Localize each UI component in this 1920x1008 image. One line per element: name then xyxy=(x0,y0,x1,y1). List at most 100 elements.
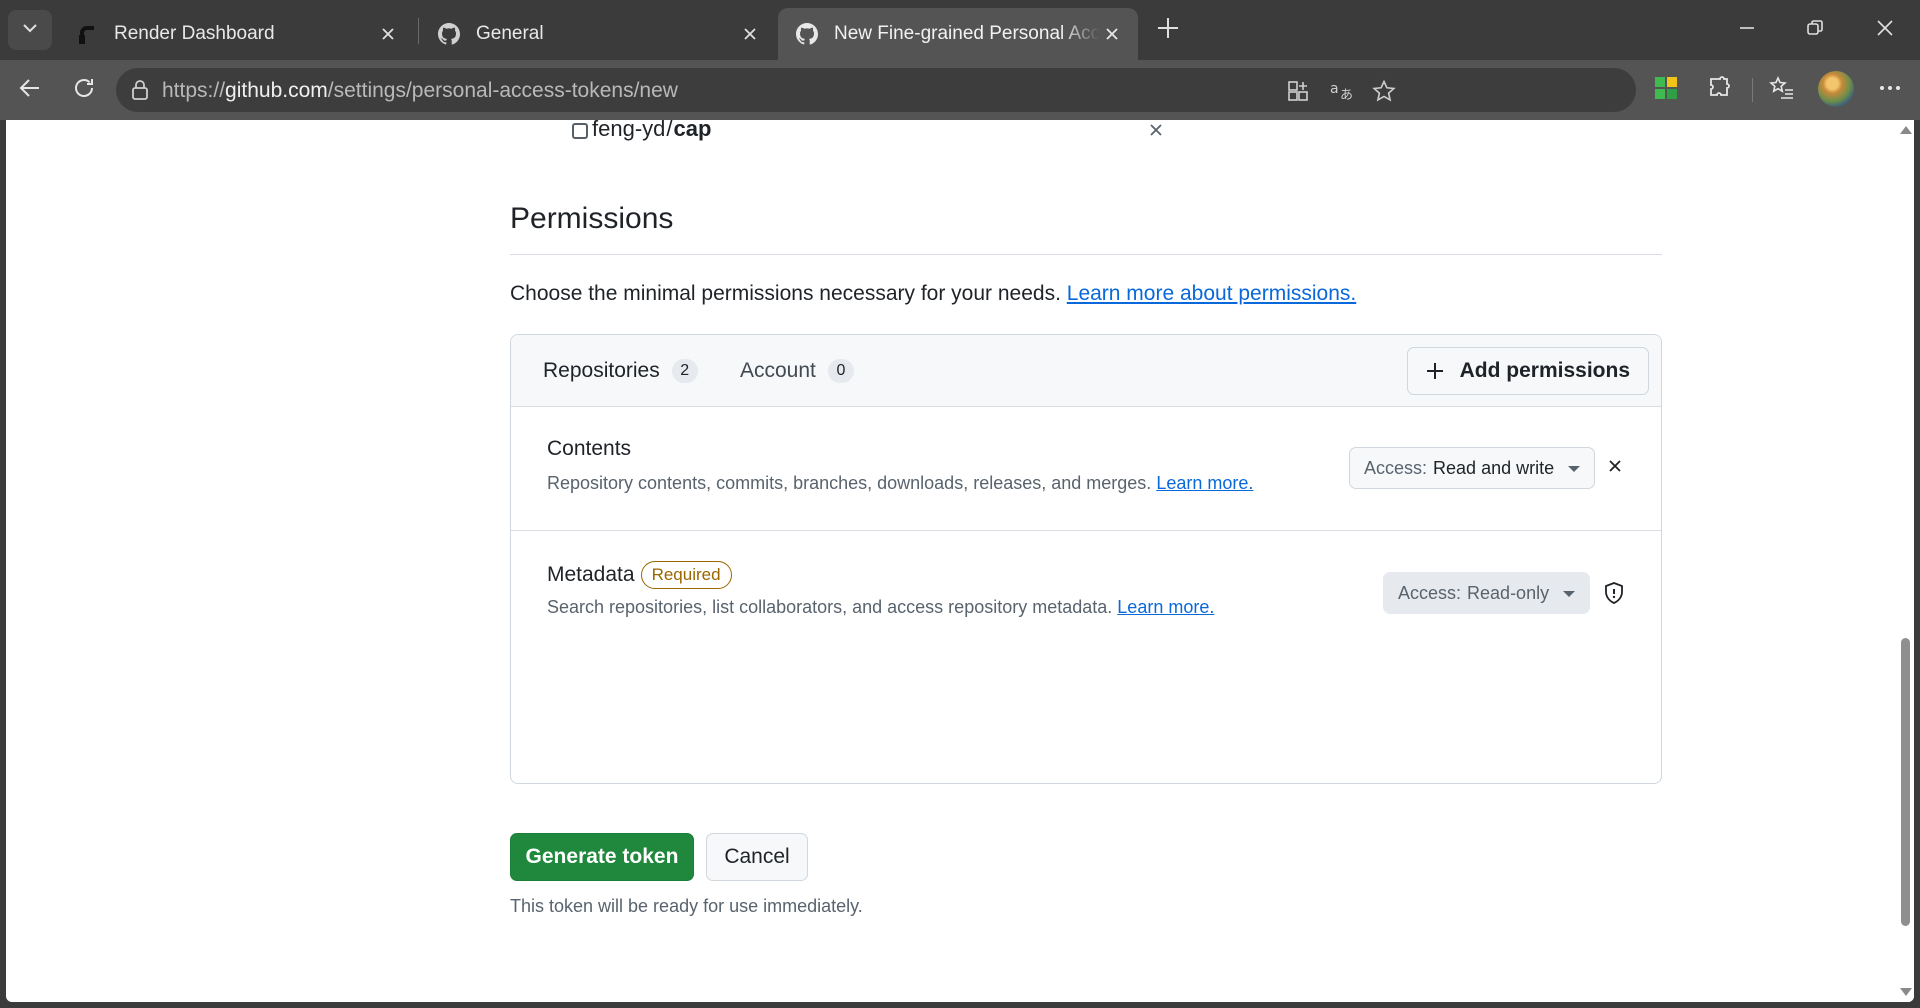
extension-grid-button[interactable] xyxy=(1648,72,1684,108)
tab-repositories[interactable]: Repositories 2 xyxy=(543,359,698,383)
toolbar-separator xyxy=(1752,78,1753,102)
required-badge: Required xyxy=(640,561,732,589)
caret-down-icon xyxy=(1563,591,1576,597)
tab-label: Account xyxy=(740,359,816,382)
permission-row-metadata: Metadata Required Search repositories, l… xyxy=(511,531,1661,655)
permission-name: Metadata Required xyxy=(547,561,732,589)
scroll-up-arrow[interactable] xyxy=(1900,126,1912,134)
permissions-description-text: Choose the minimal permissions necessary… xyxy=(510,282,1061,305)
extensions-button[interactable] xyxy=(1702,72,1738,108)
tab-general[interactable]: General xyxy=(420,8,776,60)
repo-icon xyxy=(572,123,588,139)
permissions-panel-header: Repositories 2 Account 0 Add permissions xyxy=(511,335,1661,407)
shield-icon xyxy=(1601,580,1627,606)
permission-description: Repository contents, commits, branches, … xyxy=(547,473,1253,494)
address-bar[interactable]: https://github.com/settings/personal-acc… xyxy=(116,68,1636,112)
cancel-button[interactable]: Cancel xyxy=(706,833,808,881)
caret-down-icon xyxy=(1568,466,1581,472)
plus-icon xyxy=(1156,16,1180,45)
favorite-star-icon[interactable] xyxy=(1370,77,1398,105)
counter-badge: 0 xyxy=(827,359,854,383)
more-horizontal-icon xyxy=(1878,76,1902,105)
back-button[interactable] xyxy=(12,72,48,108)
arrow-left-icon xyxy=(17,75,43,106)
restore-icon xyxy=(1806,19,1824,42)
close-icon[interactable] xyxy=(1100,22,1124,46)
permission-description-text: Search repositories, list collaborators,… xyxy=(547,597,1113,617)
tab-render-dashboard[interactable]: Render Dashboard xyxy=(58,8,414,60)
favorites-button[interactable] xyxy=(1764,72,1800,108)
chevron-down-icon xyxy=(20,18,40,43)
lock-icon[interactable] xyxy=(128,78,152,102)
puzzle-icon xyxy=(1707,75,1733,106)
render-logo-icon xyxy=(76,23,98,45)
close-icon xyxy=(1607,458,1623,479)
url-text: https://github.com/settings/personal-acc… xyxy=(162,79,678,103)
reload-icon xyxy=(72,76,96,105)
close-icon xyxy=(1148,122,1164,143)
add-permissions-button[interactable]: Add permissions xyxy=(1406,347,1649,395)
close-icon xyxy=(1876,19,1894,42)
generate-token-button[interactable]: Generate token xyxy=(510,833,694,881)
section-divider xyxy=(510,254,1662,255)
tab-label: Repositories xyxy=(543,359,660,382)
close-window-button[interactable] xyxy=(1860,10,1910,50)
permission-name: Contents xyxy=(547,437,631,461)
scroll-down-arrow[interactable] xyxy=(1900,988,1912,996)
tab-account[interactable]: Account 0 xyxy=(740,359,854,383)
tab-title: General xyxy=(476,23,544,44)
permission-description-text: Repository contents, commits, branches, … xyxy=(547,473,1152,493)
token-ready-note: This token will be ready for use immedia… xyxy=(510,896,863,916)
permission-name-text: Metadata xyxy=(547,563,635,586)
svg-text:a: a xyxy=(1330,81,1339,97)
learn-more-link[interactable]: Learn more. xyxy=(1156,473,1253,493)
url-prefix: https:// xyxy=(162,79,226,102)
access-prefix: Access: xyxy=(1364,457,1428,478)
page-scrollbar[interactable] xyxy=(1896,120,1914,1002)
url-host: github.com xyxy=(225,79,328,102)
translate-icon[interactable]: aあ xyxy=(1328,77,1356,105)
access-level-select[interactable]: Access: Read and write xyxy=(1349,447,1596,489)
permissions-description: Choose the minimal permissions necessary… xyxy=(510,282,1356,306)
remove-repository-button[interactable] xyxy=(1144,120,1168,144)
permission-description: Search repositories, list collaborators,… xyxy=(547,597,1214,618)
page-content: feng-yd / cap Permissions Choose the minim… xyxy=(6,120,1914,1002)
svg-text:あ: あ xyxy=(1340,88,1353,103)
favorites-list-icon xyxy=(1769,75,1795,106)
selected-repository-row: feng-yd / cap xyxy=(572,120,1172,144)
settings-more-button[interactable] xyxy=(1872,72,1908,108)
restore-button[interactable] xyxy=(1790,10,1840,50)
counter-badge: 2 xyxy=(671,359,698,383)
tab-new-token[interactable]: New Fine-grained Personal Access Token xyxy=(778,8,1138,60)
browser-tabstrip: Render Dashboard General New Fine-graine… xyxy=(0,0,1920,60)
close-icon[interactable] xyxy=(376,22,400,46)
permissions-panel: Repositories 2 Account 0 Add permissions… xyxy=(510,334,1662,784)
github-icon xyxy=(796,23,818,45)
profile-avatar[interactable] xyxy=(1818,71,1854,107)
reload-button[interactable] xyxy=(66,72,102,108)
tab-title: Render Dashboard xyxy=(114,23,275,44)
learn-more-link[interactable]: Learn more. xyxy=(1117,597,1214,617)
tab-separator xyxy=(418,18,419,44)
access-value: Read and write xyxy=(1433,457,1555,478)
app-available-icon[interactable] xyxy=(1284,77,1312,105)
access-prefix: Access: xyxy=(1398,582,1462,603)
minimize-icon xyxy=(1738,19,1756,42)
access-value: Read-only xyxy=(1467,582,1550,603)
repo-owner: feng-yd xyxy=(592,120,666,141)
access-level-select-disabled: Access: Read-only xyxy=(1383,572,1591,614)
permission-name-text: Contents xyxy=(547,437,632,460)
repo-separator: / xyxy=(666,120,673,141)
permission-row-contents: Contents Repository contents, commits, b… xyxy=(511,407,1661,531)
github-icon xyxy=(438,23,460,45)
learn-more-permissions-link[interactable]: Learn more about permissions. xyxy=(1067,282,1356,305)
close-icon[interactable] xyxy=(738,22,762,46)
minimize-button[interactable] xyxy=(1722,10,1772,50)
scrollbar-thumb[interactable] xyxy=(1901,638,1910,926)
tab-actions-menu-button[interactable] xyxy=(8,10,52,50)
tab-title: New Fine-grained Personal Access Token xyxy=(834,23,1100,44)
remove-permission-button[interactable] xyxy=(1603,456,1627,480)
new-tab-button[interactable] xyxy=(1150,12,1186,48)
add-permissions-label: Add permissions xyxy=(1459,359,1630,382)
browser-toolbar: https://github.com/settings/personal-acc… xyxy=(0,60,1920,120)
